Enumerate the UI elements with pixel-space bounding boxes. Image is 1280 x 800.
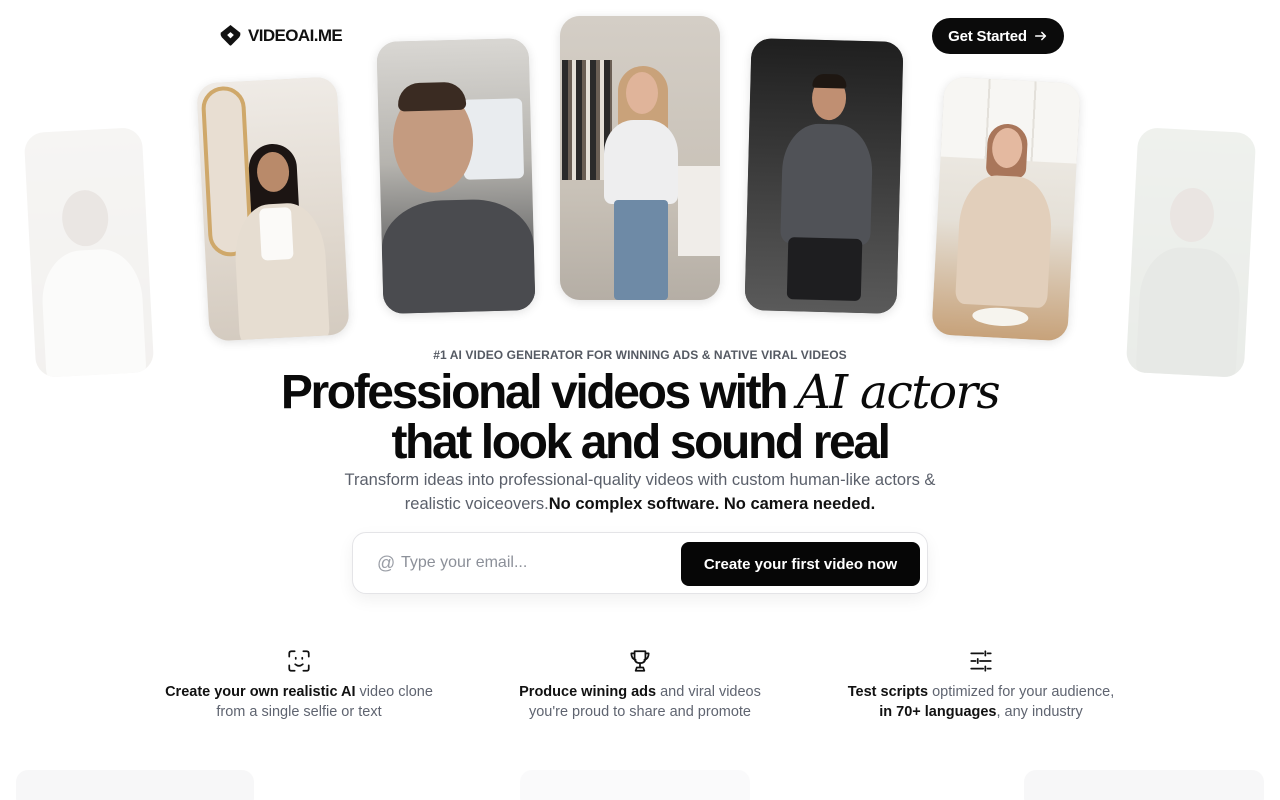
- feature-scripts-rest: optimized for your audience,: [928, 684, 1115, 700]
- trophy-icon: [630, 650, 650, 672]
- actor-card-2[interactable]: [196, 76, 350, 342]
- feature-clone-bold: Create your own realistic AI: [165, 684, 356, 700]
- hero-subtitle: Transform ideas into professional-qualit…: [320, 468, 960, 516]
- headline-line2: that look and sound real: [391, 416, 891, 469]
- brand-logo[interactable]: VIDEOAI.ME: [219, 24, 343, 47]
- actor-body: [604, 120, 678, 204]
- actor-card-far-left[interactable]: [23, 127, 155, 378]
- actor-body: [780, 122, 874, 246]
- actor-shorts: [786, 237, 863, 302]
- brand-name: VIDEOAI.ME: [248, 25, 343, 45]
- actor-jeans: [614, 200, 668, 300]
- actor-body: [380, 198, 536, 314]
- feature-clone-line2: from a single selfie or text: [216, 704, 382, 720]
- actor-card-5[interactable]: [744, 38, 904, 314]
- headline-part1: Professional videos with: [280, 366, 798, 419]
- actor-card-3[interactable]: [376, 38, 536, 314]
- feature-ads-line2: you're proud to share and promote: [528, 704, 752, 720]
- get-started-label: Get Started: [948, 27, 1027, 45]
- actor-card-4[interactable]: [560, 16, 720, 300]
- get-started-button[interactable]: Get Started: [932, 18, 1064, 54]
- arrow-right-icon: [1034, 31, 1046, 41]
- bed: [678, 166, 720, 256]
- actor-head: [626, 72, 658, 114]
- next-section-card-1: [16, 770, 254, 800]
- at-icon: @: [377, 553, 396, 573]
- hero-eyebrow: #1 AI VIDEO GENERATOR FOR WINNING ADS & …: [433, 348, 847, 362]
- feature-clone-text: Create your own realistic AI video clone…: [139, 682, 459, 722]
- feature-ads-rest: and viral videos: [656, 684, 761, 700]
- actor-card-far-right[interactable]: [1125, 127, 1257, 378]
- feature-scripts: Test scripts optimized for your audience…: [821, 648, 1141, 722]
- headline-italic: AI actors: [797, 365, 1001, 420]
- actor-top: [258, 207, 294, 261]
- hero-headline: Professional videos with AI actors that …: [0, 368, 1280, 468]
- next-section-card-2: [520, 770, 750, 800]
- feature-scripts-line2-bold: in 70+ languages: [879, 704, 997, 720]
- feature-ads: Produce wining ads and viral videos you'r…: [480, 648, 800, 722]
- feature-ads-bold: Produce wining ads: [519, 684, 657, 700]
- create-video-button[interactable]: Create your first video now: [681, 542, 920, 586]
- subtitle-bold: No complex software. No camera needed.: [548, 495, 876, 513]
- face-scan-icon: [288, 650, 310, 672]
- feature-scripts-bold: Test scripts: [847, 684, 929, 700]
- sliders-icon: [970, 650, 992, 672]
- email-signup-form: @ Create your first video now: [352, 532, 928, 594]
- feature-scripts-text: Test scripts optimized for your audience…: [821, 682, 1141, 722]
- logo-heart-icon: [220, 24, 241, 46]
- feature-clone: Create your own realistic AI video clone…: [139, 648, 459, 722]
- email-input[interactable]: [401, 548, 671, 578]
- actor-hair: [397, 81, 467, 112]
- actor-body: [954, 173, 1054, 309]
- next-section-card-3: [1024, 770, 1264, 800]
- feature-ads-text: Produce wining ads and viral videos you'r…: [480, 682, 800, 722]
- actor-hair: [812, 73, 847, 89]
- actor-card-6[interactable]: [931, 76, 1081, 342]
- feature-scripts-line2-rest: , any industry: [996, 704, 1083, 720]
- feature-clone-rest: video clone: [355, 684, 433, 700]
